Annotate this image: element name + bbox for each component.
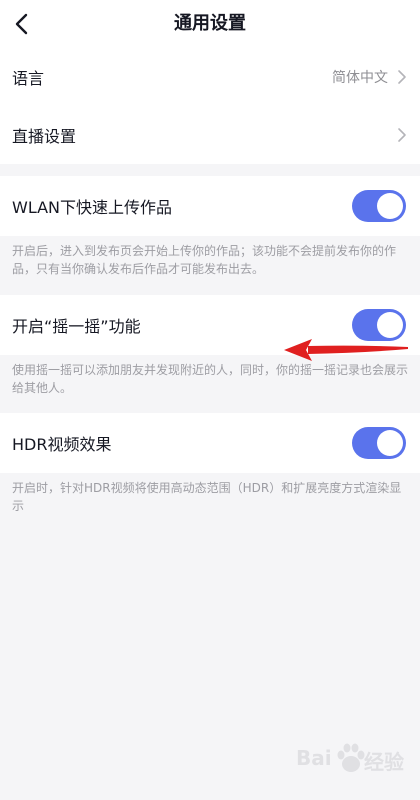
wlan-upload-toggle[interactable] [352,190,406,222]
hdr-label: HDR视频效果 [12,435,112,454]
toggle-knob [377,193,403,219]
wlan-upload-description: 开启后，进入到发布页会开始上传你的作品；该功能不会提前发布你的作品，只有当你确认… [12,244,397,276]
setting-row-language[interactable]: 语言 简体中文 [0,48,420,106]
nav-header: 通用设置 [0,0,420,49]
setting-row-wlan-upload: WLAN下快速上传作品 [0,176,420,236]
watermark-text-right: 经验 [364,750,404,774]
toggle-knob [377,430,403,456]
language-label: 语言 [12,69,45,88]
shake-description: 使用摇一摇可以添加朋友并发现附近的人，同时，你的摇一摇记录也会展示给其他人。 [12,363,409,395]
hdr-description: 开启时，针对HDR视频将使用高动态范围（HDR）和扩展亮度方式渲染显示 [12,481,402,513]
chevron-right-icon [398,128,406,142]
shake-label: 开启“摇一摇”功能 [12,317,141,336]
paw-icon [337,743,365,772]
hdr-toggle[interactable] [352,427,406,459]
live-settings-label: 直播设置 [12,127,77,146]
watermark: Bai 经验 [296,738,406,778]
chevron-right-icon [398,70,406,84]
page-title: 通用设置 [174,13,246,34]
setting-row-hdr: HDR视频效果 [0,413,420,473]
annotation-arrow-icon [284,339,408,361]
wlan-upload-label: WLAN下快速上传作品 [12,198,173,217]
watermark-text-left: Bai [296,746,332,770]
language-value: 简体中文 [332,70,388,86]
setting-row-live[interactable]: 直播设置 [0,106,420,164]
